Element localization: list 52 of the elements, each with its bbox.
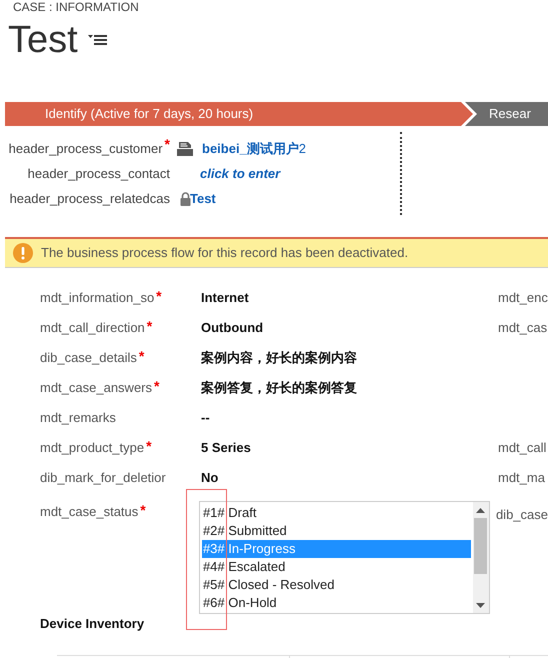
required-asterisk: *: [146, 318, 152, 334]
section-title: Device Inventory: [40, 616, 144, 631]
field-value: Outbound: [201, 320, 264, 336]
lookup-link[interactable]: Test: [190, 188, 216, 208]
scrollbar-thumb[interactable]: [474, 518, 488, 574]
lookup-link[interactable]: beibei_测试用户2: [202, 138, 306, 158]
field-value: --: [201, 410, 210, 426]
list-option[interactable]: #1# Draft: [202, 504, 471, 522]
field-label: dib_case: [496, 507, 548, 522]
list-option[interactable]: #6# On-Hold: [202, 594, 471, 612]
field-value: 案例内容，好长的案例内容: [201, 350, 357, 366]
list-option[interactable]: #4# Escalated: [202, 558, 471, 576]
status-listbox[interactable]: #1# Draft #2# Submitted #3# In-Progress #4# Escalated #5# Closed - Resolved #6# On-Hold: [198, 501, 490, 614]
menu-icon[interactable]: [88, 34, 107, 46]
entity-label: CASE : INFORMATION: [12, 0, 140, 14]
field-value: 5 Series: [201, 440, 251, 456]
field-label: header_process_contact: [28, 166, 170, 181]
field-label: mdt_cas: [498, 320, 548, 336]
field-value: No: [201, 470, 218, 486]
list-option[interactable]: #5# Closed - Resolved: [202, 576, 471, 594]
lock-icon: [180, 192, 190, 206]
field-label: mdt_product_type: [40, 440, 144, 455]
field-label: mdt_call: [498, 440, 546, 456]
field-label: mdt_ma: [498, 470, 545, 486]
required-asterisk: *: [154, 378, 160, 394]
field-label: dib_mark_for_deletior: [40, 470, 166, 485]
field-label: header_process_relatedcas: [10, 190, 170, 206]
record-title: Test: [8, 20, 78, 60]
field-value: 案例答复，好长的案例答复: [201, 380, 357, 396]
field-label: mdt_case_answers: [40, 380, 152, 395]
field-label: mdt_information_so: [40, 290, 154, 305]
warning-icon: [13, 243, 33, 263]
scroll-down-icon[interactable]: [476, 602, 486, 608]
required-asterisk: *: [146, 438, 152, 454]
field-label: header_process_customer: [8, 140, 163, 156]
required-asterisk: *: [164, 136, 170, 152]
process-stage[interactable]: Identify (Active for 7 days, 20 hours): [5, 102, 473, 126]
field-label: mdt_call_direction: [40, 320, 145, 335]
required-asterisk: *: [156, 288, 162, 304]
field-label: dib_case_details: [40, 350, 137, 365]
field-label: mdt_case_status: [40, 504, 138, 519]
scroll-up-icon[interactable]: [476, 508, 486, 512]
field-value: Internet: [201, 290, 249, 306]
required-asterisk: *: [140, 502, 146, 518]
process-stage[interactable]: Resear: [465, 102, 548, 126]
card-icon: [177, 142, 193, 156]
notification-text: The business process flow for this record has been deactivated.: [41, 244, 408, 262]
field-label: mdt_remarks: [40, 410, 116, 425]
field-label: mdt_enc: [498, 290, 548, 306]
required-asterisk: *: [138, 348, 144, 364]
placeholder-link[interactable]: click to enter: [200, 164, 280, 184]
list-option[interactable]: #2# Submitted: [202, 522, 471, 540]
